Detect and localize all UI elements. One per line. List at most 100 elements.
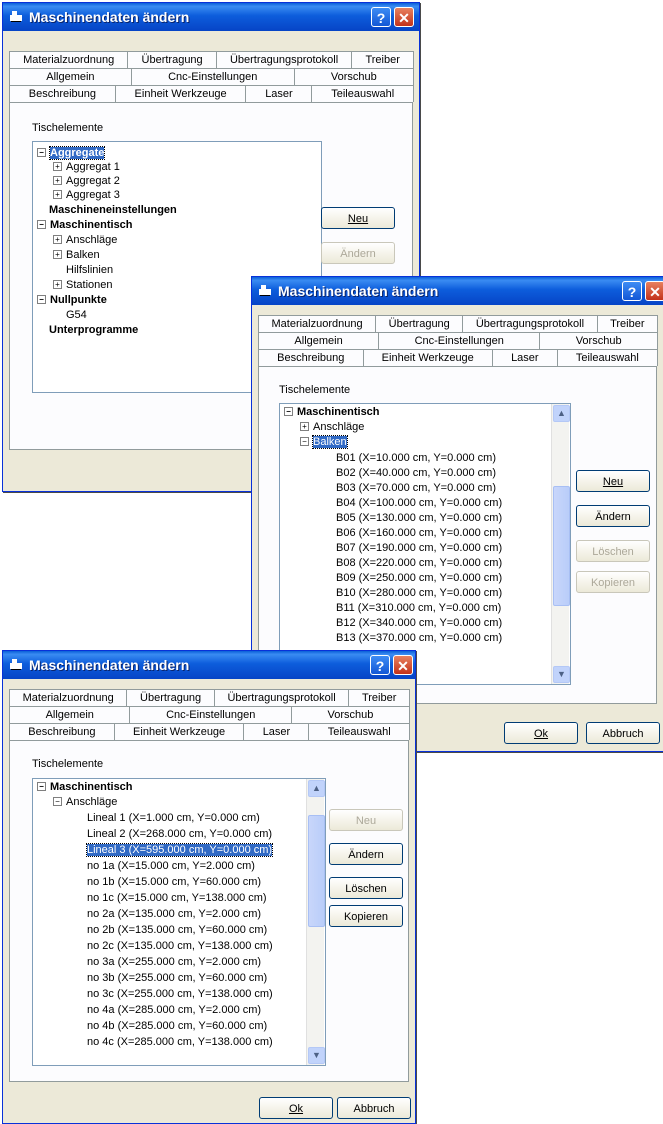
- tab-einheit-werkzeuge[interactable]: Einheit Werkzeuge: [362, 349, 493, 366]
- tab-einheit-werkzeuge[interactable]: Einheit Werkzeuge: [114, 85, 247, 102]
- tab-treiber[interactable]: Treiber: [351, 51, 415, 68]
- tree-node[interactable]: no 2c (X=135.000 cm, Y=138.000 cm): [87, 939, 273, 954]
- tab-laser[interactable]: Laser: [491, 349, 558, 366]
- tree-view[interactable]: − Maschinentisch − Anschläge Lineal 1 (X=1…: [32, 778, 326, 1066]
- title-bar[interactable]: Maschinendaten ändern ? ✕: [252, 277, 663, 305]
- tab-materialzuordnung[interactable]: Materialzuordnung: [9, 51, 129, 68]
- loeschen-button[interactable]: Löschen: [576, 540, 650, 562]
- tree-node[interactable]: + Aggregat 1: [53, 160, 120, 175]
- tab-uebertragungsprotokoll[interactable]: Übertragungsprotokoll: [213, 689, 350, 706]
- tab-beschreibung[interactable]: Beschreibung: [9, 85, 116, 102]
- tree-node[interactable]: B07 (X=190.000 cm, Y=0.000 cm): [336, 541, 502, 556]
- tree-node[interactable]: − Maschinentisch: [284, 405, 380, 420]
- neu-button[interactable]: Neu: [576, 470, 650, 492]
- tree-scrollbar[interactable]: ▲ ▼: [306, 779, 325, 1065]
- kopieren-button[interactable]: Kopieren: [329, 905, 403, 927]
- aendern-button[interactable]: Ändern: [321, 242, 395, 264]
- tree-node[interactable]: B05 (X=130.000 cm, Y=0.000 cm): [336, 511, 502, 526]
- tree-node[interactable]: B09 (X=250.000 cm, Y=0.000 cm): [336, 571, 502, 586]
- tab-teileauswahl[interactable]: Teileauswahl: [556, 349, 658, 366]
- tab-cnc-einstellungen[interactable]: Cnc-Einstellungen: [378, 332, 541, 349]
- tab-materialzuordnung[interactable]: Materialzuordnung: [9, 689, 128, 706]
- tree-node[interactable]: + Aggregat 2: [53, 174, 120, 189]
- tab-vorschub[interactable]: Vorschub: [539, 332, 658, 349]
- tree-node[interactable]: no 4a (X=285.000 cm, Y=2.000 cm): [87, 1003, 261, 1018]
- tree-node[interactable]: B10 (X=280.000 cm, Y=0.000 cm): [336, 586, 502, 601]
- loeschen-button[interactable]: Löschen: [329, 877, 403, 899]
- close-icon[interactable]: ✕: [393, 655, 413, 675]
- tree-node[interactable]: no 3a (X=255.000 cm, Y=2.000 cm): [87, 955, 261, 970]
- tree-node[interactable]: no 2a (X=135.000 cm, Y=2.000 cm): [87, 907, 261, 922]
- tree-node[interactable]: Hilfslinien: [66, 263, 113, 278]
- tree-node[interactable]: no 4c (X=285.000 cm, Y=138.000 cm): [87, 1035, 273, 1050]
- tree-node[interactable]: Lineal 3 (X=595.000 cm, Y=0.000 cm): [85, 843, 274, 858]
- tree-node[interactable]: + Anschläge: [53, 233, 117, 248]
- tree-node[interactable]: Lineal 1 (X=1.000 cm, Y=0.000 cm): [87, 811, 260, 826]
- title-bar[interactable]: Maschinendaten ändern ? ✕: [3, 3, 419, 31]
- tree-node[interactable]: + Aggregat 3: [53, 188, 120, 203]
- scroll-down-icon[interactable]: ▼: [308, 1047, 325, 1064]
- tree-node[interactable]: + Balken: [53, 248, 100, 263]
- tree-node[interactable]: no 3b (X=255.000 cm, Y=60.000 cm): [87, 971, 267, 986]
- tree-node[interactable]: B03 (X=70.000 cm, Y=0.000 cm): [336, 481, 496, 496]
- tab-allgemein[interactable]: Allgemein: [9, 68, 132, 85]
- tab-uebertragungsprotokoll[interactable]: Übertragungsprotokoll: [462, 315, 598, 332]
- tab-vorschub[interactable]: Vorschub: [293, 68, 415, 85]
- close-icon[interactable]: ✕: [645, 281, 663, 301]
- tab-beschreibung[interactable]: Beschreibung: [258, 349, 364, 366]
- help-icon[interactable]: ?: [370, 655, 390, 675]
- tree-node[interactable]: no 4b (X=285.000 cm, Y=60.000 cm): [87, 1019, 267, 1034]
- scrollbar-thumb[interactable]: [308, 815, 325, 927]
- tree-node[interactable]: B01 (X=10.000 cm, Y=0.000 cm): [336, 451, 496, 466]
- tab-treiber[interactable]: Treiber: [596, 315, 659, 332]
- tab-uebertragung[interactable]: Übertragung: [127, 51, 217, 68]
- tree-node[interactable]: B04 (X=100.000 cm, Y=0.000 cm): [336, 496, 502, 511]
- tree-node[interactable]: no 3c (X=255.000 cm, Y=138.000 cm): [87, 987, 273, 1002]
- tree-node[interactable]: − Maschinentisch: [37, 780, 133, 795]
- tab-materialzuordnung[interactable]: Materialzuordnung: [258, 315, 377, 332]
- tab-beschreibung[interactable]: Beschreibung: [9, 723, 115, 740]
- tab-laser[interactable]: Laser: [243, 723, 310, 740]
- tree-node[interactable]: − Balken: [300, 435, 348, 450]
- close-icon[interactable]: ✕: [394, 7, 414, 27]
- tab-cnc-einstellungen[interactable]: Cnc-Einstellungen: [129, 706, 292, 723]
- tree-node[interactable]: − Nullpunkte: [37, 293, 107, 308]
- scroll-up-icon[interactable]: ▲: [308, 780, 325, 797]
- scroll-up-icon[interactable]: ▲: [553, 405, 570, 422]
- tab-uebertragungsprotokoll[interactable]: Übertragungsprotokoll: [215, 51, 353, 68]
- tree-node[interactable]: no 1b (X=15.000 cm, Y=60.000 cm): [87, 875, 261, 890]
- ok-button[interactable]: Ok: [504, 722, 578, 744]
- tab-teileauswahl[interactable]: Teileauswahl: [308, 723, 410, 740]
- tree-node[interactable]: Maschineneinstellungen: [49, 203, 177, 218]
- tab-cnc-einstellungen[interactable]: Cnc-Einstellungen: [130, 68, 295, 85]
- aendern-button[interactable]: Ändern: [576, 505, 650, 527]
- help-icon[interactable]: ?: [622, 281, 642, 301]
- tree-node[interactable]: − Aggregate: [37, 146, 106, 161]
- tab-teileauswahl[interactable]: Teileauswahl: [311, 85, 414, 102]
- tree-view[interactable]: − Maschinentisch + Anschläge − Balken B01 (…: [279, 403, 571, 685]
- tab-uebertragung[interactable]: Übertragung: [375, 315, 464, 332]
- tree-scrollbar[interactable]: ▲ ▼: [551, 404, 570, 684]
- abbruch-button[interactable]: Abbruch: [586, 722, 660, 744]
- tab-treiber[interactable]: Treiber: [348, 689, 411, 706]
- ok-button[interactable]: Ok: [259, 1097, 333, 1119]
- tab-vorschub[interactable]: Vorschub: [290, 706, 410, 723]
- tab-allgemein[interactable]: Allgemein: [258, 332, 380, 349]
- tree-node[interactable]: G54: [66, 308, 87, 323]
- tree-node[interactable]: + Stationen: [53, 278, 112, 293]
- tab-uebertragung[interactable]: Übertragung: [126, 689, 215, 706]
- kopieren-button[interactable]: Kopieren: [576, 571, 650, 593]
- scroll-down-icon[interactable]: ▼: [553, 666, 570, 683]
- tree-node[interactable]: Lineal 2 (X=268.000 cm, Y=0.000 cm): [87, 827, 272, 842]
- aendern-button[interactable]: Ändern: [329, 843, 403, 865]
- tree-node[interactable]: Unterprogramme: [49, 323, 138, 338]
- tree-node[interactable]: − Anschläge: [53, 795, 117, 810]
- tree-node[interactable]: no 1c (X=15.000 cm, Y=138.000 cm): [87, 891, 267, 906]
- tree-node[interactable]: B12 (X=340.000 cm, Y=0.000 cm): [336, 616, 502, 631]
- neu-button[interactable]: Neu: [329, 809, 403, 831]
- tree-node[interactable]: no 1a (X=15.000 cm, Y=2.000 cm): [87, 859, 255, 874]
- tree-node[interactable]: B06 (X=160.000 cm, Y=0.000 cm): [336, 526, 502, 541]
- abbruch-button[interactable]: Abbruch: [337, 1097, 411, 1119]
- tree-node[interactable]: B13 (X=370.000 cm, Y=0.000 cm): [336, 631, 502, 646]
- tree-node[interactable]: B02 (X=40.000 cm, Y=0.000 cm): [336, 466, 496, 481]
